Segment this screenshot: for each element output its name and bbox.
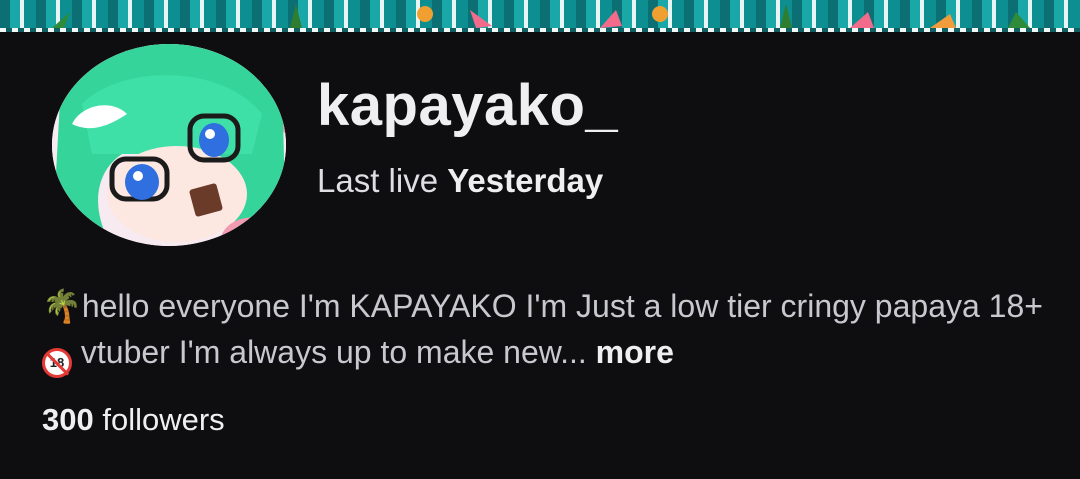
flower-icon — [417, 6, 433, 22]
profile-banner — [0, 0, 1080, 32]
leaf-icon — [52, 12, 70, 28]
leaf-icon — [600, 10, 622, 28]
leaf-icon — [290, 4, 302, 28]
leaf-icon — [780, 4, 792, 28]
palm-tree-icon: 🌴 — [42, 288, 82, 324]
avatar[interactable] — [52, 44, 286, 246]
followers-count[interactable]: 300 followers — [42, 402, 225, 438]
no-under-18-badge-text: 18 — [49, 355, 65, 370]
bio-text-part2: vtuber I'm always up to make new... — [80, 334, 587, 370]
flower-icon — [652, 6, 668, 22]
channel-name: kapayako_ — [317, 73, 619, 138]
channel-bio[interactable]: 🌴hello everyone I'm KAPAYAKO I'm Just a … — [42, 283, 1052, 378]
bio-text-part1: hello everyone I'm KAPAYAKO I'm Just a l… — [81, 288, 1043, 324]
avatar-illustration — [52, 44, 286, 246]
leaf-icon — [1008, 12, 1030, 28]
leaf-icon — [850, 12, 874, 28]
leaf-icon — [470, 10, 492, 28]
banner-decoration — [52, 4, 1030, 28]
no-under-18-icon: 18 — [42, 348, 72, 378]
bio-more-link[interactable]: more — [596, 334, 674, 370]
leaf-icon — [930, 14, 956, 28]
followers-number: 300 — [42, 402, 94, 437]
last-live-label: Last live — [317, 162, 439, 199]
followers-label: followers — [102, 402, 225, 437]
last-live-value: Yesterday — [447, 162, 604, 199]
last-live-status: Last live Yesterday — [317, 162, 603, 200]
